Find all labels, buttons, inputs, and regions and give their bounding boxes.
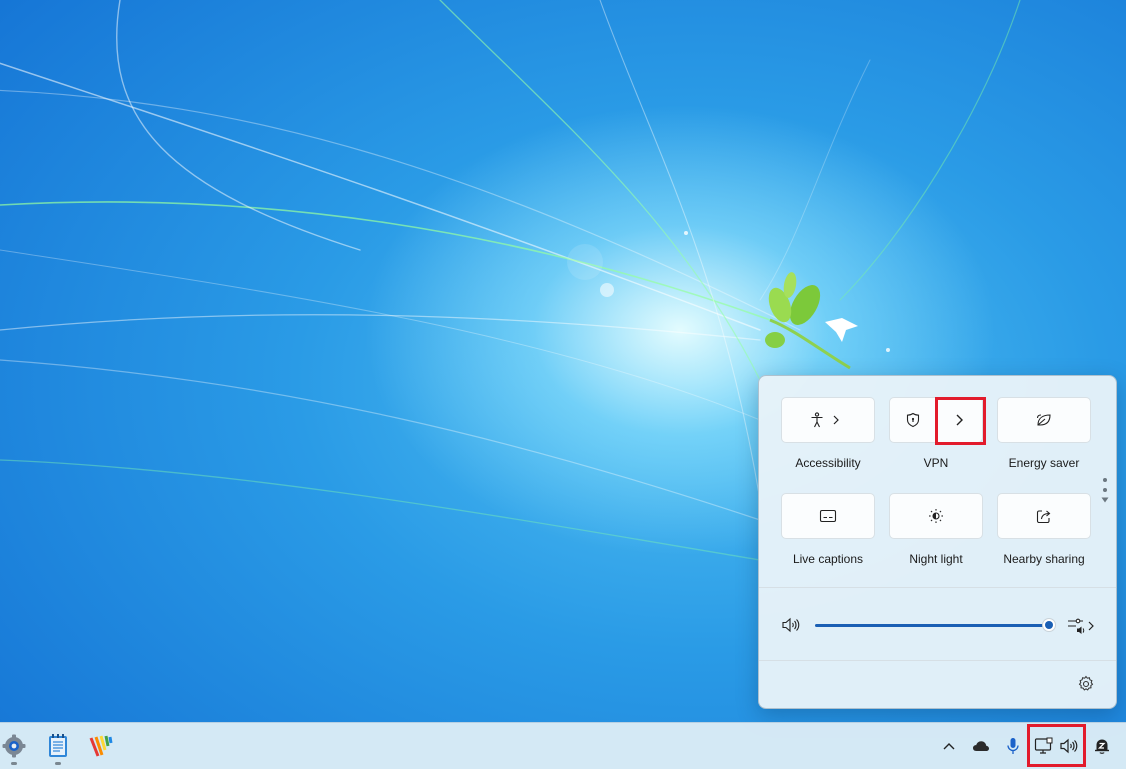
taskbar-app-notepad[interactable] [38, 723, 78, 769]
mute-button[interactable] [781, 616, 801, 634]
chevron-right-icon [833, 415, 839, 425]
show-hidden-icons-button[interactable] [938, 735, 960, 757]
chevron-right-icon [1088, 621, 1094, 631]
page-indicator[interactable] [1100, 472, 1110, 504]
onedrive-tray-icon[interactable] [970, 735, 992, 757]
color-stripes-app-icon [89, 735, 113, 757]
vpn-tile[interactable] [889, 397, 983, 443]
nearby-sharing-tile[interactable] [997, 493, 1091, 539]
audio-output-button[interactable] [1067, 616, 1099, 636]
section-divider [759, 587, 1116, 588]
triangle-down-icon[interactable] [1100, 496, 1110, 504]
volume-slider-thumb[interactable] [1042, 618, 1056, 632]
accessibility-tile[interactable] [781, 397, 875, 443]
speaker-icon [1060, 738, 1078, 754]
speaker-icon [782, 617, 800, 633]
captions-icon [819, 509, 837, 523]
leaf-icon [1036, 414, 1051, 426]
shield-icon [906, 412, 920, 428]
page-dot[interactable] [1103, 478, 1107, 482]
live-captions-tile[interactable] [781, 493, 875, 539]
gear-icon [1078, 675, 1094, 691]
audio-mixer-icon [1068, 618, 1085, 634]
accessibility-icon [811, 412, 823, 428]
network-tray-icon[interactable] [1033, 735, 1055, 757]
settings-button[interactable] [1077, 675, 1095, 693]
live-captions-label: Live captions [792, 552, 864, 566]
vpn-expand-button[interactable] [936, 398, 982, 442]
accessibility-toggle[interactable] [782, 398, 827, 442]
microphone-tray-icon[interactable] [1002, 735, 1024, 757]
page-dot[interactable] [1103, 488, 1107, 492]
cloud-icon [973, 741, 989, 751]
dove-illustration [825, 318, 858, 342]
taskbar-app-paint[interactable] [81, 723, 121, 769]
taskbar-app-settings[interactable] [0, 723, 34, 769]
share-icon [1036, 510, 1051, 524]
network-icon [1034, 737, 1053, 754]
accessibility-label: Accessibility [795, 456, 861, 470]
chevron-right-icon [956, 414, 963, 426]
running-indicator [55, 762, 61, 765]
notepad-app-icon [49, 734, 67, 757]
vpn-toggle[interactable] [890, 398, 936, 442]
gear-app-icon [2, 734, 26, 758]
brightness-icon [929, 509, 943, 523]
running-indicator [11, 762, 17, 765]
notification-icon [1095, 739, 1109, 754]
energy-saver-tile[interactable] [997, 397, 1091, 443]
quick-settings-panel: Accessibility VPN Energy saver Live capt… [758, 375, 1117, 709]
night-light-tile[interactable] [889, 493, 983, 539]
volume-tray-icon[interactable] [1058, 735, 1080, 757]
accessibility-expand-button[interactable] [827, 398, 874, 442]
vpn-label: VPN [923, 456, 949, 470]
notification-center-button[interactable] [1091, 735, 1113, 757]
microphone-icon [1007, 738, 1019, 754]
chevron-up-icon [943, 743, 955, 750]
footer-divider [759, 660, 1116, 661]
volume-slider-track[interactable] [815, 624, 1050, 627]
nearby-sharing-label: Nearby sharing [1003, 552, 1085, 566]
energy-saver-label: Energy saver [1008, 456, 1080, 470]
taskbar [0, 722, 1126, 769]
night-light-label: Night light [909, 552, 963, 566]
